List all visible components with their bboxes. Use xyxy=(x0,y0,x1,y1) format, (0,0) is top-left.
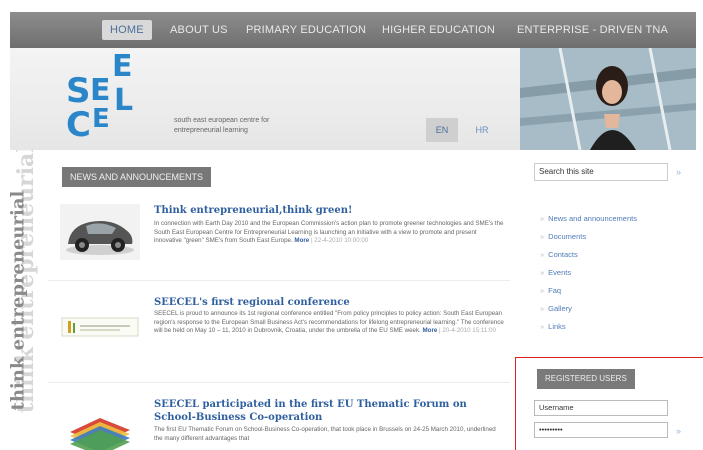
article-body: In connection with Earth Day 2010 and th… xyxy=(154,220,506,246)
language-en[interactable]: EN xyxy=(426,118,458,142)
top-navigation: HOME ABOUT US PRIMARY EDUCATION HIGHER E… xyxy=(10,12,696,48)
nav-about-us[interactable]: ABOUT US xyxy=(170,12,228,48)
arrow-icon: » xyxy=(540,268,545,277)
password-field[interactable]: ••••••••• xyxy=(534,422,668,438)
sidebar-link-faq[interactable]: » Faq xyxy=(540,286,637,304)
nav-higher-education[interactable]: HIGHER EDUCATION xyxy=(382,12,495,48)
arrow-icon: » xyxy=(540,322,545,331)
seecel-logo[interactable]: S E E C E L xyxy=(64,52,174,152)
divider xyxy=(48,280,510,281)
divider xyxy=(48,382,510,383)
article-item: Think entrepreneurial,think green! In co… xyxy=(48,198,510,272)
sidebar-link-contacts[interactable]: » Contacts xyxy=(540,250,637,268)
article-thumbnail-conference[interactable] xyxy=(60,300,140,350)
article-item: SEECEL's first regional conference SEECE… xyxy=(48,292,510,372)
side-slogan: think entrepreneurial think entrepreneur… xyxy=(0,150,40,450)
search-input[interactable]: Search this site xyxy=(534,163,668,181)
article-date: | 20-4-2010 15:11:00 xyxy=(439,327,496,334)
sidebar-link-events[interactable]: » Events xyxy=(540,268,637,286)
article-thumbnail-car[interactable] xyxy=(60,204,140,260)
arrow-icon: » xyxy=(540,286,545,295)
nav-primary-education[interactable]: PRIMARY EDUCATION xyxy=(246,12,366,48)
more-link[interactable]: More xyxy=(423,327,438,334)
sidebar-link-links[interactable]: » Links xyxy=(540,322,637,340)
article-body: The first EU Thematic Forum on School-Bu… xyxy=(154,426,496,442)
article-date: | 22-4-2010 10:00:00 xyxy=(310,237,369,244)
arrow-icon: » xyxy=(540,214,545,223)
arrow-icon: » xyxy=(540,304,545,313)
nav-home[interactable]: HOME xyxy=(102,20,152,40)
login-go-icon[interactable]: » xyxy=(676,426,681,436)
username-field[interactable]: Username xyxy=(534,400,668,416)
header-photo xyxy=(520,48,696,150)
article-title[interactable]: Think entrepreneurial,think green! xyxy=(154,204,352,217)
registered-users-title: REGISTERED USERS xyxy=(537,369,635,389)
article-item: SEECEL participated in the first EU Them… xyxy=(48,394,510,450)
sidebar-link-news[interactable]: » News and announcements xyxy=(540,214,637,232)
sidebar-links: » News and announcements » Documents » Cont… xyxy=(540,214,637,340)
side-slogan-text: think entrepreneurial xyxy=(7,190,29,411)
arrow-icon: » xyxy=(540,232,545,241)
article-title[interactable]: SEECEL participated in the first EU Them… xyxy=(154,398,484,424)
more-link[interactable]: More xyxy=(294,237,309,244)
tagline: south east european centre for entrepren… xyxy=(174,117,270,134)
article-thumbnail-books[interactable] xyxy=(60,402,140,450)
article-body: SEECEL is proud to announce its 1st regi… xyxy=(154,310,506,336)
nav-enterprise-driven-tna[interactable]: ENTERPRISE - DRIVEN TNA xyxy=(517,12,668,48)
news-section-title: NEWS AND ANNOUNCEMENTS xyxy=(62,167,212,187)
sidebar-link-documents[interactable]: » Documents xyxy=(540,232,637,250)
language-hr[interactable]: HR xyxy=(470,118,494,142)
sidebar-link-gallery[interactable]: » Gallery xyxy=(540,304,637,322)
search-go-icon[interactable]: » xyxy=(676,163,681,181)
article-title[interactable]: SEECEL's first regional conference xyxy=(154,296,350,309)
arrow-icon: » xyxy=(540,250,545,259)
